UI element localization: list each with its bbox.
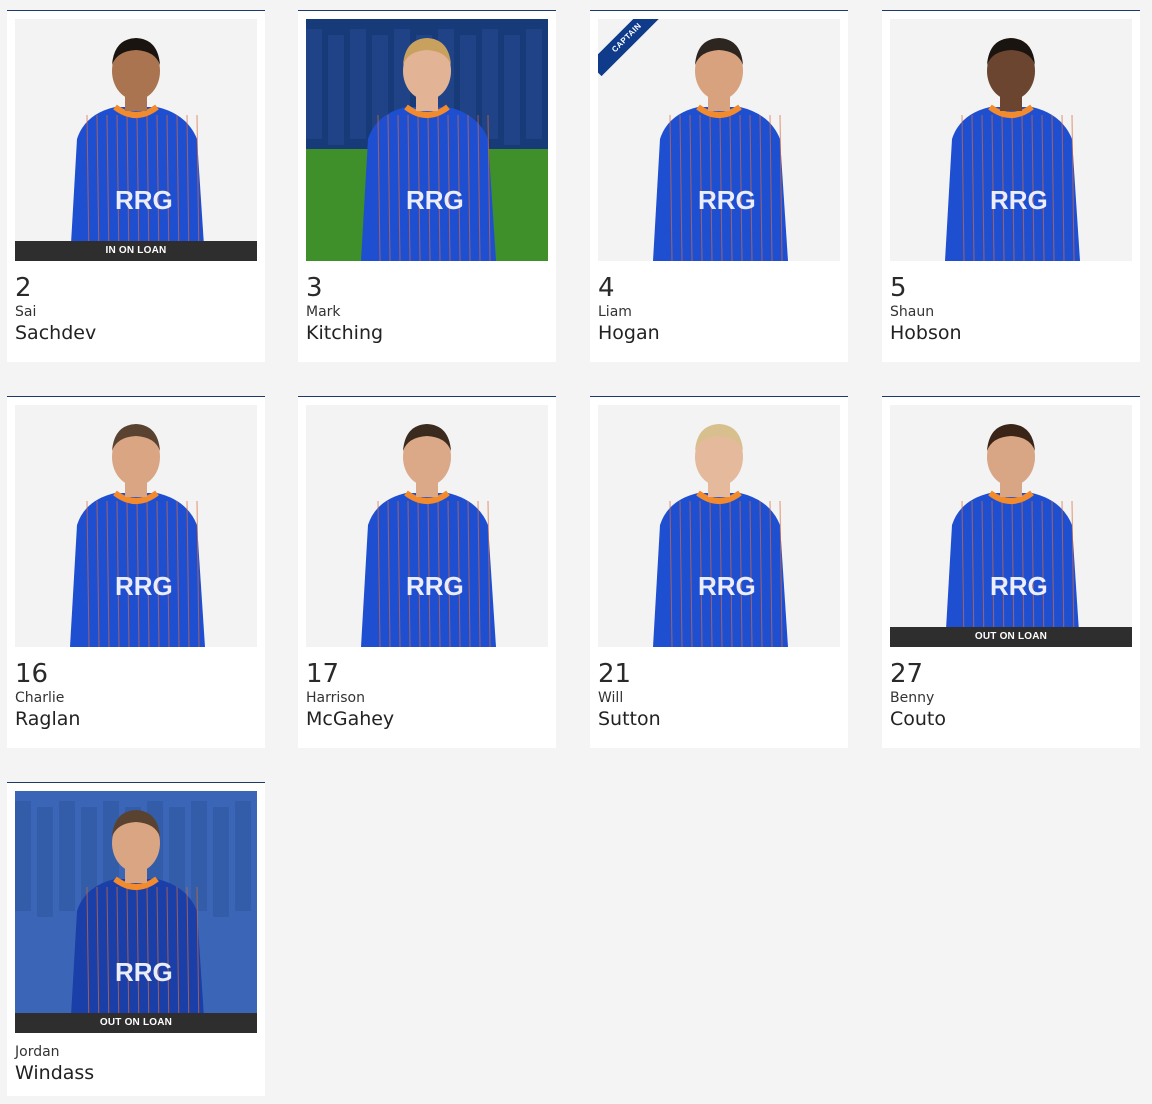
loan-status-badge: OUT ON LOAN (15, 1013, 257, 1033)
loan-status-badge: IN ON LOAN (15, 241, 257, 261)
player-photo: RRG CAPTAIN (598, 19, 840, 261)
player-portrait: RRG (15, 19, 257, 261)
player-info: 16 Charlie Raglan (7, 647, 265, 741)
loan-status-badge: OUT ON LOAN (890, 627, 1132, 647)
player-info: 27 Benny Couto (882, 647, 1140, 741)
player-info: Jordan Windass (7, 1033, 265, 1095)
player-info: 3 Mark Kitching (298, 261, 556, 355)
svg-text:RRG: RRG (698, 571, 756, 601)
player-first-name: Liam (598, 304, 632, 320)
player-photo: RRG (306, 19, 548, 261)
player-first-name: Sai (15, 304, 37, 320)
player-last-name[interactable]: Windass (15, 1061, 257, 1085)
player-card[interactable]: RRG IN ON LOAN 2 Sai Sachdev (7, 10, 265, 362)
player-last-name[interactable]: Hogan (598, 321, 840, 345)
player-photo: RRG (306, 405, 548, 647)
player-portrait: RRG (306, 405, 548, 647)
player-portrait: RRG (15, 405, 257, 647)
player-last-name[interactable]: Kitching (306, 321, 548, 345)
player-info: 5 Shaun Hobson (882, 261, 1140, 355)
player-first-name: Will (598, 690, 624, 706)
player-card[interactable]: RRG 3 Mark Kitching (298, 10, 556, 362)
player-photo: RRG OUT ON LOAN (15, 791, 257, 1033)
player-number: 21 (598, 659, 632, 689)
svg-text:RRG: RRG (406, 571, 464, 601)
player-first-name: Mark (306, 304, 341, 320)
player-number: 27 (890, 659, 924, 689)
player-portrait: RRG (598, 19, 840, 261)
player-portrait: RRG (598, 405, 840, 647)
player-first-name: Charlie (15, 690, 65, 706)
player-card[interactable]: RRG 5 Shaun Hobson (882, 10, 1140, 362)
player-portrait: RRG (890, 19, 1132, 261)
svg-text:RRG: RRG (115, 957, 173, 987)
player-last-name[interactable]: Hobson (890, 321, 1132, 345)
player-last-name[interactable]: McGahey (306, 707, 548, 731)
svg-text:RRG: RRG (115, 185, 173, 215)
player-first-name: Benny (890, 690, 935, 706)
squad-grid: RRG IN ON LOAN 2 Sai Sachdev RRG 3 Mark Kitching… (0, 0, 1152, 1104)
player-number: 17 (306, 659, 340, 689)
player-number: 3 (306, 273, 323, 303)
player-last-name[interactable]: Sachdev (15, 321, 257, 345)
player-photo: RRG (598, 405, 840, 647)
player-info: 2 Sai Sachdev (7, 261, 265, 355)
player-photo: RRG (890, 19, 1132, 261)
player-last-name[interactable]: Couto (890, 707, 1132, 731)
player-first-name: Jordan (15, 1044, 60, 1060)
player-portrait: RRG (890, 405, 1132, 647)
player-number: 2 (15, 273, 32, 303)
svg-text:RRG: RRG (406, 185, 464, 215)
player-card[interactable]: RRG 21 Will Sutton (590, 396, 848, 748)
player-photo: RRG OUT ON LOAN (890, 405, 1132, 647)
player-photo: RRG (15, 405, 257, 647)
svg-text:RRG: RRG (990, 571, 1048, 601)
player-last-name[interactable]: Raglan (15, 707, 257, 731)
player-card[interactable]: RRG 17 Harrison McGahey (298, 396, 556, 748)
player-card[interactable]: RRG CAPTAIN 4 Liam Hogan (590, 10, 848, 362)
player-card[interactable]: RRG OUT ON LOAN Jordan Windass (7, 782, 265, 1096)
player-number: 16 (15, 659, 49, 689)
svg-text:RRG: RRG (115, 571, 173, 601)
player-card[interactable]: RRG OUT ON LOAN 27 Benny Couto (882, 396, 1140, 748)
player-info: 4 Liam Hogan (590, 261, 848, 355)
player-info: 21 Will Sutton (590, 647, 848, 741)
player-last-name[interactable]: Sutton (598, 707, 840, 731)
player-photo: RRG IN ON LOAN (15, 19, 257, 261)
svg-text:RRG: RRG (698, 185, 756, 215)
player-card[interactable]: RRG 16 Charlie Raglan (7, 396, 265, 748)
player-portrait: RRG (15, 791, 257, 1033)
player-first-name: Harrison (306, 690, 365, 706)
player-number: 5 (890, 273, 907, 303)
player-number: 4 (598, 273, 615, 303)
player-info: 17 Harrison McGahey (298, 647, 556, 741)
player-first-name: Shaun (890, 304, 935, 320)
svg-text:RRG: RRG (990, 185, 1048, 215)
player-portrait: RRG (306, 19, 548, 261)
